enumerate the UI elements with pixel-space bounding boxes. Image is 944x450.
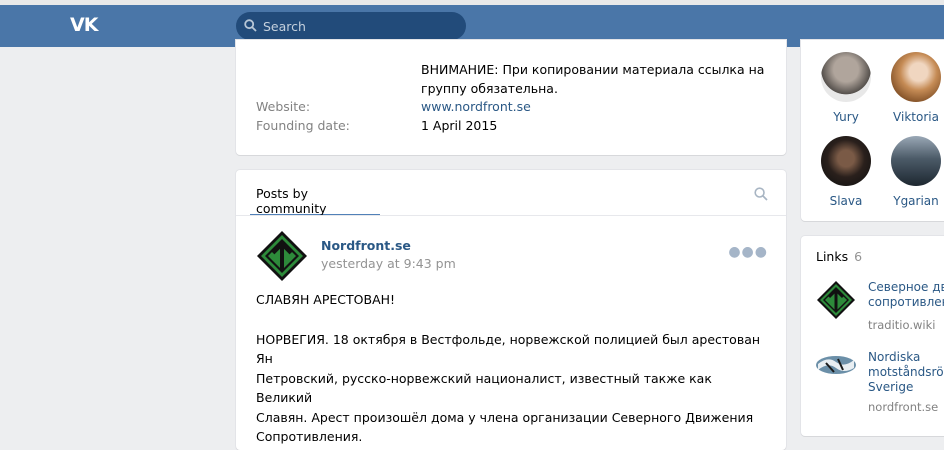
link-title-line: Nordiska — [868, 350, 921, 364]
founding-value: 1 April 2015 — [421, 118, 498, 133]
member-name[interactable]: Ygarian — [886, 194, 944, 208]
link-domain: traditio.wiki — [868, 318, 936, 332]
avatar[interactable] — [821, 52, 871, 102]
post-paragraph-1: СЛАВЯН АРЕСТОВАН! — [256, 292, 396, 307]
nordfront-logo-icon[interactable] — [256, 230, 308, 282]
links-card: Links 6 Северное дви сопротивлен traditio… — [801, 236, 944, 436]
link-title-line: motståndsrör — [868, 365, 944, 379]
avatar[interactable] — [891, 52, 941, 102]
post-line-2: Петровский, русско-норвежский националис… — [256, 370, 712, 406]
search-box[interactable] — [236, 12, 466, 40]
member-item[interactable]: Yury — [816, 52, 876, 124]
search-icon — [244, 19, 257, 32]
divider — [236, 215, 786, 216]
member-item[interactable]: Slava — [816, 136, 876, 208]
post-line-3: Славян. Арест произошёл дома у члена орг… — [256, 409, 754, 425]
avatar[interactable] — [891, 136, 941, 186]
tab-posts-by-community[interactable]: Posts by community — [250, 170, 380, 216]
links-count: 6 — [854, 249, 863, 264]
description-line-1: ВНИМАНИЕ: При копировании материала ссыл… — [421, 62, 765, 77]
founding-label: Founding date: — [256, 118, 350, 133]
nordfront-logo-icon[interactable] — [816, 280, 856, 320]
member-name[interactable]: Viktoria — [886, 110, 944, 124]
members-card: Yury Viktoria Slava Ygarian — [801, 40, 944, 221]
link-title-line: Северное дви — [868, 280, 944, 294]
flag-icon[interactable] — [816, 350, 856, 390]
member-item[interactable]: Viktoria — [886, 52, 944, 124]
post-text: СЛАВЯН АРЕСТОВАН! НОРВЕГИЯ. 18 октября в… — [256, 290, 766, 447]
tab-label: Posts by community — [256, 186, 327, 216]
member-item[interactable]: Ygarian — [886, 136, 944, 208]
post-author[interactable]: Nordfront.se — [321, 238, 411, 253]
links-header[interactable]: Links 6 — [816, 249, 862, 264]
post-time[interactable]: yesterday at 9:43 pm — [321, 256, 456, 271]
avatar[interactable] — [821, 136, 871, 186]
search-icon[interactable] — [754, 187, 768, 201]
posts-card: Posts by community Nordfront.se yesterda… — [236, 170, 786, 450]
website-link[interactable]: www.nordfront.se — [421, 99, 531, 114]
vk-logo[interactable]: VK — [70, 15, 104, 35]
link-title-line: Sverige — [868, 380, 914, 394]
link-title[interactable]: Северное дви сопротивлен — [868, 280, 944, 310]
link-domain: nordfront.se — [868, 400, 939, 414]
link-title-line: сопротивлен — [868, 295, 944, 309]
community-info-card: ВНИМАНИЕ: При копировании материала ссыл… — [236, 40, 786, 155]
post-line-4: Сопротивления. — [256, 429, 363, 444]
website-label: Website: — [256, 99, 311, 114]
search-input[interactable] — [263, 12, 458, 40]
member-name[interactable]: Yury — [816, 110, 876, 124]
link-title[interactable]: Nordiska motståndsrör Sverige — [868, 350, 944, 395]
member-name[interactable]: Slava — [816, 194, 876, 208]
more-options-icon[interactable]: ●●● — [728, 244, 768, 260]
post-line-1: НОРВЕГИЯ. 18 октября в Вестфольде, норве… — [256, 331, 761, 367]
description-line-2: группу обязательна. — [421, 81, 558, 96]
links-title: Links — [816, 249, 849, 264]
